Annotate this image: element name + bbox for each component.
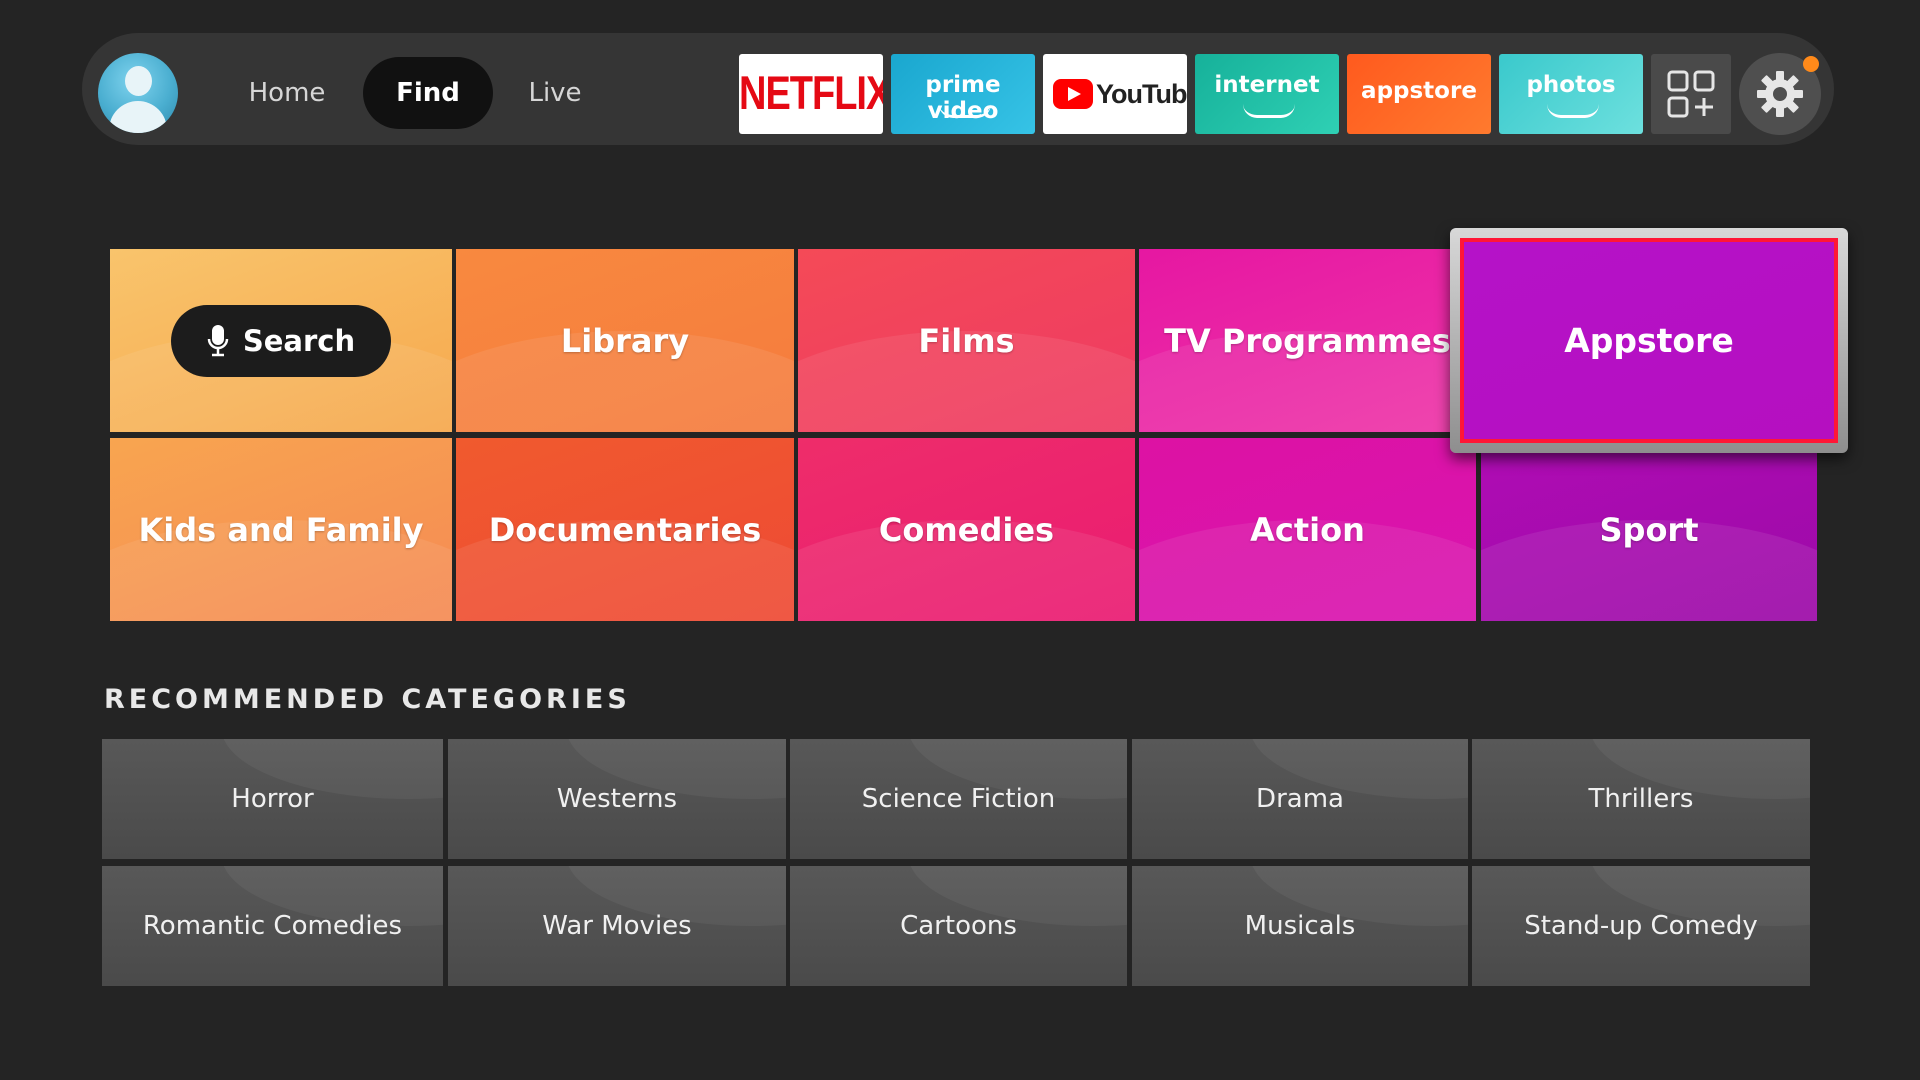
avatar-head bbox=[125, 66, 152, 96]
tile-films[interactable]: Films bbox=[798, 249, 1135, 432]
recommended-categories-heading: RECOMMENDED CATEGORIES bbox=[104, 684, 631, 715]
rec-cartoons[interactable]: Cartoons bbox=[790, 866, 1127, 986]
tile-action[interactable]: Action bbox=[1139, 438, 1476, 621]
tile-documentaries[interactable]: Documentaries bbox=[456, 438, 794, 621]
app-internet[interactable]: internet bbox=[1195, 54, 1339, 134]
rec-label: Cartoons bbox=[900, 911, 1017, 941]
rec-label: Thrillers bbox=[1588, 784, 1694, 814]
apps-grid-plus-icon bbox=[1667, 70, 1715, 118]
rec-label: Westerns bbox=[556, 784, 678, 814]
tile-kids-and-family[interactable]: Kids and Family bbox=[110, 438, 452, 621]
tile-appstore-label: Appstore bbox=[1564, 321, 1734, 360]
profile-avatar[interactable] bbox=[98, 53, 178, 133]
app-photos[interactable]: photos bbox=[1499, 54, 1643, 134]
photos-logo-text: photos bbox=[1526, 72, 1616, 98]
nav-home[interactable]: Home bbox=[222, 57, 352, 129]
tile-appstore-focused[interactable]: Appstore bbox=[1450, 228, 1848, 453]
rec-label: Romantic Comedies bbox=[142, 911, 403, 941]
prime-smile-icon bbox=[939, 104, 991, 118]
apps-grid-button[interactable] bbox=[1651, 54, 1731, 134]
photos-smile-icon bbox=[1547, 104, 1599, 118]
app-prime-video[interactable]: prime video bbox=[891, 54, 1035, 134]
rec-romantic-comedies[interactable]: Romantic Comedies bbox=[102, 866, 443, 986]
rec-label: War Movies bbox=[542, 911, 692, 941]
rec-label: Horror bbox=[231, 784, 314, 814]
rec-label: Stand-up Comedy bbox=[1524, 911, 1758, 941]
rec-drama[interactable]: Drama bbox=[1132, 739, 1468, 859]
search-button[interactable]: Search bbox=[171, 304, 391, 377]
tile-action-label: Action bbox=[1250, 510, 1365, 549]
netflix-logo-text: NETFLIX bbox=[739, 67, 883, 121]
internet-logo-text: internet bbox=[1214, 72, 1320, 98]
nav-find[interactable]: Find bbox=[363, 57, 493, 129]
youtube-logo: YouTube bbox=[1053, 78, 1187, 110]
tile-films-label: Films bbox=[918, 321, 1015, 360]
search-label: Search bbox=[242, 323, 356, 358]
tile-appstore[interactable]: Appstore bbox=[1460, 238, 1838, 443]
rec-war-movies[interactable]: War Movies bbox=[448, 866, 786, 986]
avatar-body bbox=[109, 101, 167, 133]
rec-stand-up-comedy[interactable]: Stand-up Comedy bbox=[1472, 866, 1810, 986]
microphone-icon bbox=[207, 324, 229, 356]
appstore-logo-text: appstore bbox=[1361, 78, 1477, 104]
tile-search[interactable]: Search bbox=[110, 249, 452, 432]
rec-thrillers[interactable]: Thrillers bbox=[1472, 739, 1810, 859]
rec-horror[interactable]: Horror bbox=[102, 739, 443, 859]
gear-icon bbox=[1757, 71, 1803, 117]
tile-tv-programmes[interactable]: TV Programmes bbox=[1139, 249, 1476, 432]
tile-sport[interactable]: Sport bbox=[1481, 438, 1817, 621]
rec-label: Science Fiction bbox=[861, 784, 1056, 814]
app-youtube[interactable]: YouTube bbox=[1043, 54, 1187, 134]
tile-library[interactable]: Library bbox=[456, 249, 794, 432]
top-navigation-bar: Home Find Live NETFLIX prime video YouTu… bbox=[82, 33, 1834, 145]
rec-label: Drama bbox=[1256, 784, 1344, 814]
notification-dot bbox=[1803, 56, 1819, 72]
tile-library-label: Library bbox=[560, 321, 690, 360]
youtube-play-icon bbox=[1053, 79, 1093, 109]
tile-comedies-label: Comedies bbox=[878, 510, 1055, 549]
tile-kids-and-family-label: Kids and Family bbox=[138, 510, 424, 549]
internet-smile-icon bbox=[1243, 104, 1295, 118]
tile-sport-label: Sport bbox=[1599, 510, 1699, 549]
app-netflix[interactable]: NETFLIX bbox=[739, 54, 883, 134]
youtube-logo-text: YouTube bbox=[1096, 78, 1187, 109]
tile-comedies[interactable]: Comedies bbox=[798, 438, 1135, 621]
rec-label: Musicals bbox=[1244, 911, 1356, 941]
rec-science-fiction[interactable]: Science Fiction bbox=[790, 739, 1127, 859]
tile-documentaries-label: Documentaries bbox=[488, 510, 762, 549]
nav-live[interactable]: Live bbox=[500, 57, 610, 129]
rec-westerns[interactable]: Westerns bbox=[448, 739, 786, 859]
rec-musicals[interactable]: Musicals bbox=[1132, 866, 1468, 986]
app-appstore[interactable]: appstore bbox=[1347, 54, 1491, 134]
tile-tv-programmes-label: TV Programmes bbox=[1164, 321, 1451, 360]
